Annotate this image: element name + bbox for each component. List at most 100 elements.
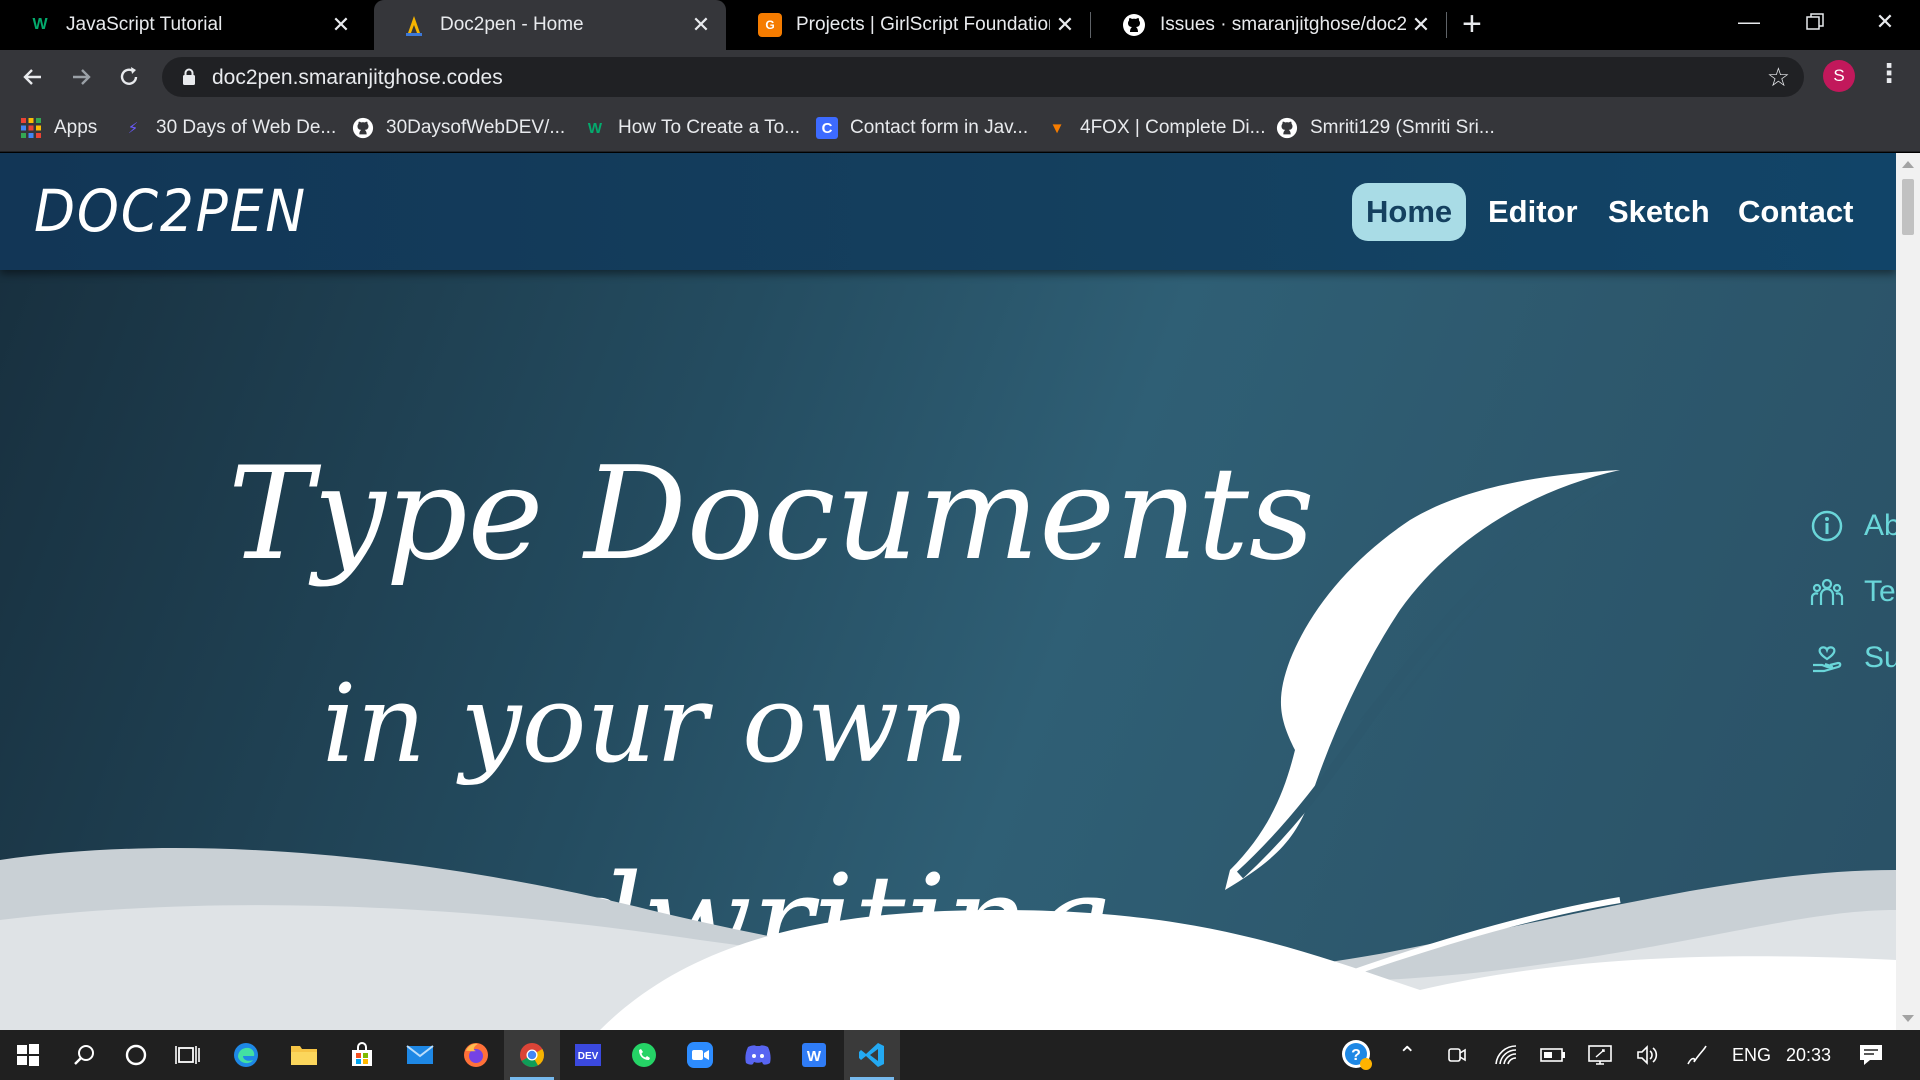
wps-icon[interactable]: W [786,1030,842,1080]
bookmark-apps[interactable]: Apps [20,114,97,142]
pen-workspace-icon[interactable] [1684,1030,1708,1080]
vscode-icon[interactable] [844,1030,900,1080]
wifi-icon[interactable] [1494,1030,1518,1080]
bookmark-label: How To Create a To... [618,117,801,138]
address-bar[interactable]: doc2pen.smaranjitghose.codes ☆ [162,57,1804,97]
scrollbar-thumb[interactable] [1902,179,1914,235]
battery-icon[interactable] [1540,1030,1566,1080]
tab-strip: W JavaScript Tutorial ✕ Doc2pen - Home ✕… [0,0,1920,50]
reload-icon [120,67,138,85]
start-icon[interactable] [0,1030,56,1080]
tab-doc2pen-home[interactable]: Doc2pen - Home ✕ [374,0,726,50]
side-item-label: Te [1864,575,1896,608]
close-icon[interactable]: ✕ [326,12,356,38]
minimize-button[interactable]: — [1714,0,1784,44]
cortana-icon[interactable] [108,1030,164,1080]
edge-icon[interactable] [218,1030,274,1080]
tab-github-issues[interactable]: Issues · smaranjitghose/doc2pen ✕ [1094,0,1446,50]
url-text: doc2pen.smaranjitghose.codes [212,66,503,89]
task-view-icon[interactable] [160,1030,216,1080]
nav-editor[interactable]: Editor [1474,183,1592,241]
bookmark-label: Smriti129 (Smriti Sri... [1310,117,1495,138]
back-button[interactable] [14,58,52,96]
chrome-icon[interactable] [504,1030,560,1080]
site-logo[interactable]: DOC2PEN [34,177,307,245]
apps-grid-icon [20,117,42,139]
bookmark-star-icon[interactable]: ☆ [1767,62,1790,93]
restore-button[interactable] [1780,0,1850,44]
bookmark-30-days-web-dev[interactable]: ⚡ 30 Days of Web De... [122,114,337,142]
hero-wave-divider [0,848,1896,1030]
menu-kebab-icon[interactable]: ⋮ [1876,58,1902,89]
bookmarks-bar: Apps ⚡ 30 Days of Web De... 30DaysofWebD… [0,104,1920,152]
bookmark-label: Contact form in Jav... [850,117,1029,138]
bookmark-label: 4FOX | Complete Di... [1080,117,1266,138]
w3schools-icon: W [32,16,48,33]
reload-button[interactable] [110,58,148,96]
tab-title: Projects | GirlScript Foundation In [796,14,1050,35]
store-icon[interactable] [334,1030,390,1080]
tab-javascript-tutorial[interactable]: W JavaScript Tutorial ✕ [0,0,366,50]
nav-home[interactable]: Home [1352,183,1467,241]
zoom-icon[interactable] [672,1030,728,1080]
search-icon[interactable] [56,1030,112,1080]
page-viewport: DOC2PEN Home Editor Sketch Contact Type … [0,153,1920,1030]
language-indicator[interactable]: ENG [1732,1030,1771,1080]
back-arrow-icon [23,69,41,85]
chevron-up-icon[interactable]: ⌃ [1398,1030,1416,1080]
close-window-button[interactable]: ✕ [1850,0,1920,44]
forward-button[interactable] [62,58,100,96]
codepen-c-icon: C [816,117,838,139]
firefox-icon[interactable] [448,1030,504,1080]
hero-line-1: Type Documents [228,440,1315,589]
whatsapp-icon[interactable] [616,1030,672,1080]
new-tab-button[interactable]: + [1462,5,1482,44]
volume-icon[interactable] [1636,1030,1660,1080]
dev-icon[interactable]: DEV [560,1030,616,1080]
girlscript-icon: G [758,13,782,37]
scroll-down-arrow-icon[interactable] [1902,1015,1914,1022]
bookmark-label: Apps [54,117,98,138]
help-tray-icon[interactable]: ? [1340,1030,1374,1080]
notifications-icon[interactable] [1858,1030,1884,1080]
bookmark-smriti129-github[interactable]: Smriti129 (Smriti Sri... [1276,114,1495,142]
close-icon[interactable]: ✕ [1406,12,1436,38]
support-icon [1813,646,1842,673]
side-item-about[interactable]: Ab [1810,506,1896,546]
clock-time[interactable]: 20:33 [1786,1030,1831,1080]
side-item-label: Ab [1864,509,1896,542]
nav-sketch[interactable]: Sketch [1594,183,1724,241]
bookmark-label: 30 Days of Web De... [156,117,337,138]
bookmark-30daysofwebdev-github[interactable]: 30DaysofWebDEV/... [352,114,565,142]
file-explorer-icon[interactable] [276,1030,332,1080]
side-item-support[interactable]: Su [1810,638,1896,678]
display-icon[interactable] [1588,1030,1612,1080]
bookmark-how-to-create[interactable]: W How To Create a To... [584,114,800,142]
side-item-team[interactable]: Te [1810,572,1896,612]
meet-now-icon[interactable] [1446,1030,1468,1080]
close-icon[interactable]: ✕ [686,12,716,38]
nav-contact[interactable]: Contact [1724,183,1867,241]
team-icon [1810,578,1844,605]
forward-arrow-icon [73,69,91,85]
mail-icon[interactable] [392,1030,448,1080]
site-navbar: DOC2PEN Home Editor Sketch Contact [0,153,1896,270]
svg-text:W: W [807,1048,822,1065]
restore-icon [1806,13,1824,30]
tab-girlscript-projects[interactable]: G Projects | GirlScript Foundation In ✕ [730,0,1090,50]
page-scrollbar[interactable] [1896,153,1920,1030]
fox-icon: ▼ [1049,119,1065,137]
github-icon [1276,117,1298,139]
bookmark-label: 30DaysofWebDEV/... [386,117,566,138]
windows-taskbar: DEV W ? ⌃ ENG 20:33 [0,1030,1920,1080]
side-item-label: Su [1864,641,1896,674]
close-icon[interactable]: ✕ [1050,12,1080,38]
scroll-up-arrow-icon[interactable] [1902,161,1914,168]
bookmark-4fox[interactable]: ▼ 4FOX | Complete Di... [1046,114,1266,142]
tab-title: Issues · smaranjitghose/doc2pen [1160,14,1406,35]
discord-icon[interactable] [730,1030,786,1080]
profile-avatar[interactable]: S [1823,60,1855,92]
svg-text:?: ? [1351,1047,1361,1064]
w3schools-icon: W [587,119,603,137]
bookmark-contact-form[interactable]: C Contact form in Jav... [816,114,1028,142]
